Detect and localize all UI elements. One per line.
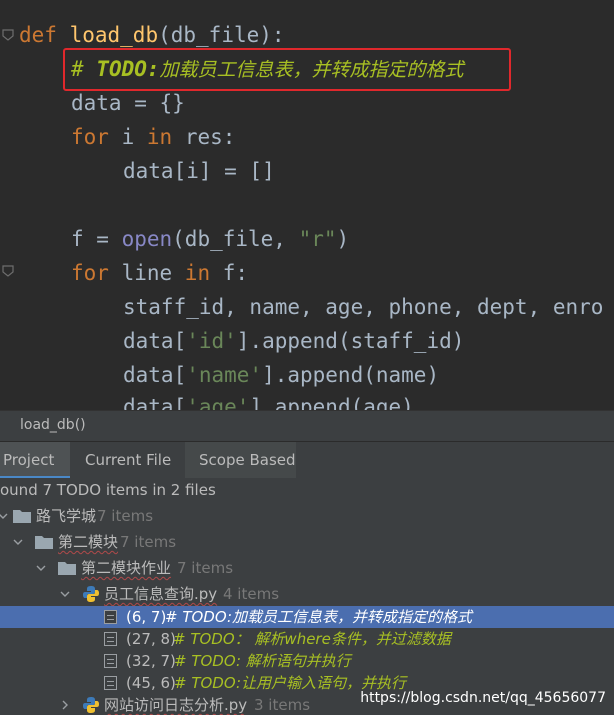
code-line-data-assign[interactable]: data[i] = [] (123, 154, 275, 188)
todo-position: (6, 7) (126, 608, 167, 626)
keyword: for (71, 261, 109, 285)
todo-list-icon (104, 610, 117, 624)
todo-list-icon (104, 676, 117, 690)
chevron-down-icon[interactable] (60, 589, 70, 599)
code-text: (db_file, (172, 227, 299, 251)
root-folder-label: 路飞学城 (36, 507, 97, 525)
code-line-data-init[interactable]: data = {} (71, 86, 185, 120)
todo-scope-tabs: Project Current File Scope Based (0, 441, 614, 479)
fold-marker-icon[interactable] (1, 28, 15, 42)
item-count: 3 items (254, 696, 311, 714)
tree-node-module[interactable]: 第二模块 7 items (0, 531, 614, 553)
watermark: https://blog.csdn.net/qq_45656077 (360, 690, 606, 706)
todo-position: (27, 8) (126, 630, 176, 648)
todo-highlight-box (63, 48, 511, 91)
code-text: staff_id, name, age, phone, dept, enro (123, 295, 604, 319)
folder-icon (35, 536, 53, 549)
folder-icon (13, 510, 31, 523)
code-text: f: (210, 261, 249, 285)
code-line-append-age[interactable]: data['age'].append(age) (123, 390, 414, 410)
code-text: data[i] = [] (123, 159, 275, 183)
code-text: data[ (123, 395, 187, 410)
code-text: data = {} (71, 91, 185, 115)
code-line-append-id[interactable]: data['id'].append(staff_id) (123, 324, 464, 358)
homework-folder-label: 第二模块作业 (81, 559, 172, 577)
code-line-unpack[interactable]: staff_id, name, age, phone, dept, enro (123, 290, 603, 324)
string-literal: 'age' (186, 395, 250, 410)
item-count: 4 items (223, 585, 280, 603)
todo-position: (32, 7) (126, 652, 176, 670)
file-label: 网站访问日志分析.py (104, 696, 248, 714)
item-count: 7 items (120, 533, 177, 551)
code-line-for-line[interactable]: for line in f: (71, 256, 248, 290)
tree-node-file-1[interactable]: 员工信息查询.py 4 items (0, 583, 614, 605)
item-count: 7 items (177, 559, 234, 577)
todo-list-icon (104, 632, 117, 646)
summary-text: ound 7 TODO items in 2 files (0, 481, 216, 499)
keyword: def (19, 23, 57, 47)
code-line-def[interactable]: def load_db(db_file): (19, 18, 285, 52)
tab-scope-based[interactable]: Scope Based (185, 442, 296, 479)
code-line-open[interactable]: f = open(db_file, "r") (71, 222, 349, 256)
todo-item-text: # TODO:加载员工信息表，并转成指定的格式 (165, 608, 472, 626)
python-file-icon (83, 586, 99, 602)
chevron-down-icon[interactable] (36, 563, 46, 573)
breadcrumb[interactable]: load_db() (20, 417, 86, 433)
item-count: 7 items (97, 507, 154, 525)
breadcrumb-bar: load_db() (0, 410, 614, 441)
tab-current-file[interactable]: Current File (71, 442, 184, 479)
python-file-icon (83, 697, 99, 713)
code-line-for-res[interactable]: for i in res: (71, 120, 235, 154)
todo-summary: ound 7 TODO items in 2 files (0, 479, 614, 501)
todo-item[interactable]: (32, 7) # TODO: 解析语句并执行 (0, 650, 614, 672)
tree-node-homework[interactable]: 第二模块作业 7 items (0, 557, 614, 579)
code-text: f = (71, 227, 122, 251)
code-text: i (108, 125, 147, 149)
tab-project[interactable]: Project (0, 442, 70, 479)
string-literal: 'id' (186, 329, 237, 353)
tree-node-root[interactable]: 路飞学城 7 items (0, 505, 614, 527)
function-name: load_db (69, 23, 159, 47)
chevron-right-icon[interactable] (60, 700, 70, 710)
chevron-down-icon[interactable] (0, 511, 8, 521)
keyword: for (71, 125, 109, 149)
todo-item[interactable]: (27, 8) # TODO： 解析where条件，并过滤数据 (0, 628, 614, 650)
params: (db_file): (158, 23, 285, 47)
fold-marker-icon[interactable] (1, 264, 15, 278)
file-label: 员工信息查询.py (104, 585, 218, 603)
todo-item-text: # TODO: 解析语句并执行 (174, 652, 351, 670)
folder-icon (58, 562, 76, 575)
module-folder-label: 第二模块 (58, 533, 119, 551)
chevron-down-icon[interactable] (13, 537, 23, 547)
code-text: ) (336, 227, 350, 251)
todo-position: (45, 6) (126, 674, 176, 692)
string-literal: 'name' (186, 363, 263, 387)
code-text: ].append(staff_id) (236, 329, 465, 353)
code-text: ].append(age) (249, 395, 414, 410)
code-editor[interactable]: def load_db(db_file): # TODO:加载员工信息表，并转成… (0, 0, 614, 410)
code-text: data[ (123, 329, 187, 353)
keyword: in (184, 261, 211, 285)
keyword: in (146, 125, 173, 149)
code-text: ].append(name) (262, 363, 440, 387)
todo-item-selected[interactable]: (6, 7) # TODO:加载员工信息表，并转成指定的格式 (0, 606, 614, 628)
code-text: line (108, 261, 185, 285)
string-literal: "r" (298, 227, 337, 251)
todo-item-text: # TODO： 解析where条件，并过滤数据 (173, 630, 451, 648)
todo-list-icon (104, 654, 117, 668)
builtin: open (121, 227, 173, 251)
todo-tree[interactable]: ound 7 TODO items in 2 files 路飞学城 7 item… (0, 478, 614, 715)
code-line-append-name[interactable]: data['name'].append(name) (123, 358, 439, 392)
code-text: res: (172, 125, 236, 149)
code-text: data[ (123, 363, 187, 387)
